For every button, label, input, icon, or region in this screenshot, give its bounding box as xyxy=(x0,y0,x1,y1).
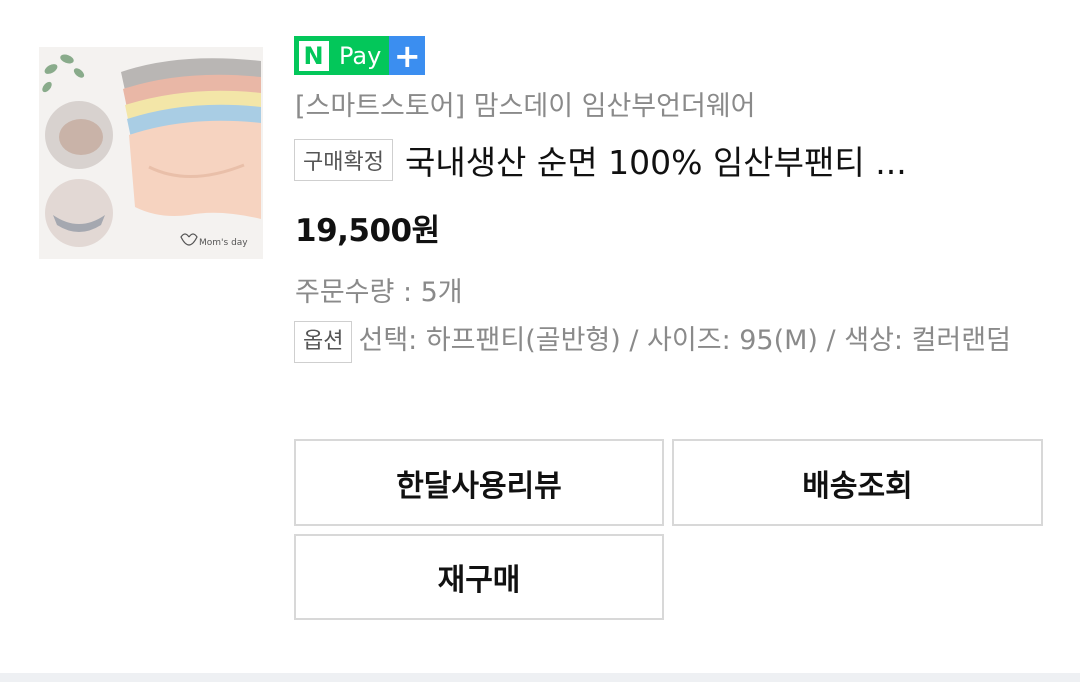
rebuy-button[interactable]: 재구매 xyxy=(294,534,664,620)
order-quantity: 주문수량 : 5개 xyxy=(295,277,463,308)
product-price: 19,500원 xyxy=(295,213,440,249)
purchase-confirmed-badge: 구매확정 xyxy=(294,139,393,181)
product-thumbnail[interactable]: Mom's day xyxy=(39,47,263,259)
product-title-row[interactable]: 구매확정 국내생산 순면 100% 임산부팬티 ... xyxy=(294,136,1005,184)
npay-plus-badge: N Pay + xyxy=(294,36,426,75)
store-name[interactable]: [스마트스토어] 맘스데이 임산부언더웨어 xyxy=(295,84,756,123)
track-shipping-button[interactable]: 배송조회 xyxy=(672,439,1043,526)
plus-icon: + xyxy=(389,36,426,75)
option-badge: 옵션 xyxy=(294,320,353,363)
monthly-review-button[interactable]: 한달사용리뷰 xyxy=(294,439,664,526)
product-title[interactable]: 국내생산 순면 100% 임산부팬티 ... xyxy=(405,136,1005,184)
product-image: Mom's day xyxy=(39,47,263,259)
brand-logo-text: Mom's day xyxy=(199,238,248,248)
section-divider xyxy=(0,673,1080,682)
npay-n-logo: N xyxy=(294,36,333,75)
npay-pay-label: Pay xyxy=(333,36,390,75)
option-text: 선택: 하프팬티(골반형) / 사이즈: 95(M) / 색상: 컬러랜덤 xyxy=(358,325,1011,356)
option-row: 옵션 선택: 하프팬티(골반형) / 사이즈: 95(M) / 색상: 컬러랜덤 xyxy=(294,319,1034,363)
